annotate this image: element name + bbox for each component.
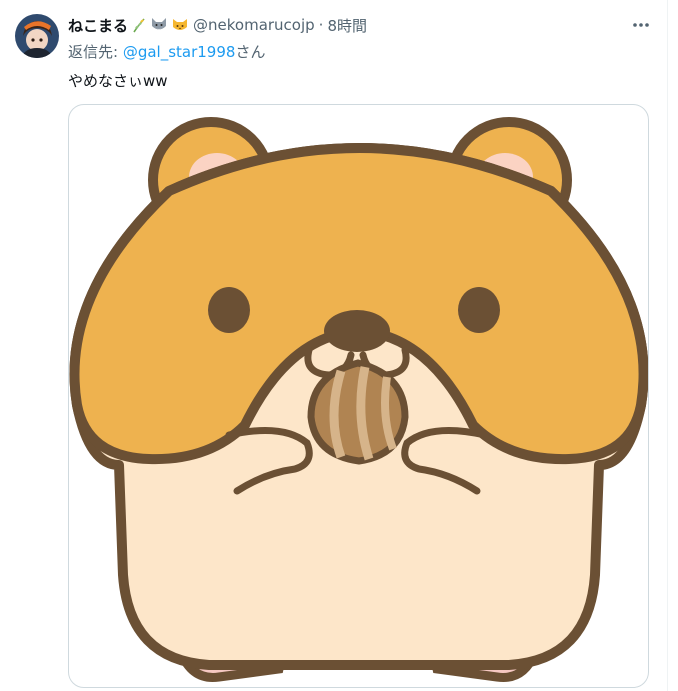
more-horizontal-icon[interactable] <box>628 12 654 38</box>
wolf-face-icon <box>150 17 168 33</box>
reply-mention-link[interactable]: @gal_star1998 <box>123 43 236 61</box>
tweet-media[interactable] <box>68 104 649 688</box>
hamster-eating-seed-image <box>69 117 648 682</box>
tweet-text: やめなさぃww <box>68 72 168 90</box>
separator-dot: · <box>318 16 324 34</box>
cat-face-icon <box>171 17 189 33</box>
user-handle[interactable]: @nekomarucojp <box>193 16 315 34</box>
tweet-header: ねこまる @nekomarucojp · 8時間 <box>68 14 367 36</box>
reply-prefix: 返信先: <box>68 43 123 61</box>
timeline-divider <box>667 0 668 691</box>
herb-icon <box>131 17 147 33</box>
display-name[interactable]: ねこまる <box>68 15 128 36</box>
avatar[interactable] <box>15 14 59 58</box>
timestamp[interactable]: 8時間 <box>327 15 367 36</box>
reply-suffix: さん <box>235 43 266 61</box>
reply-context: 返信先: @gal_star1998さん <box>68 41 265 62</box>
